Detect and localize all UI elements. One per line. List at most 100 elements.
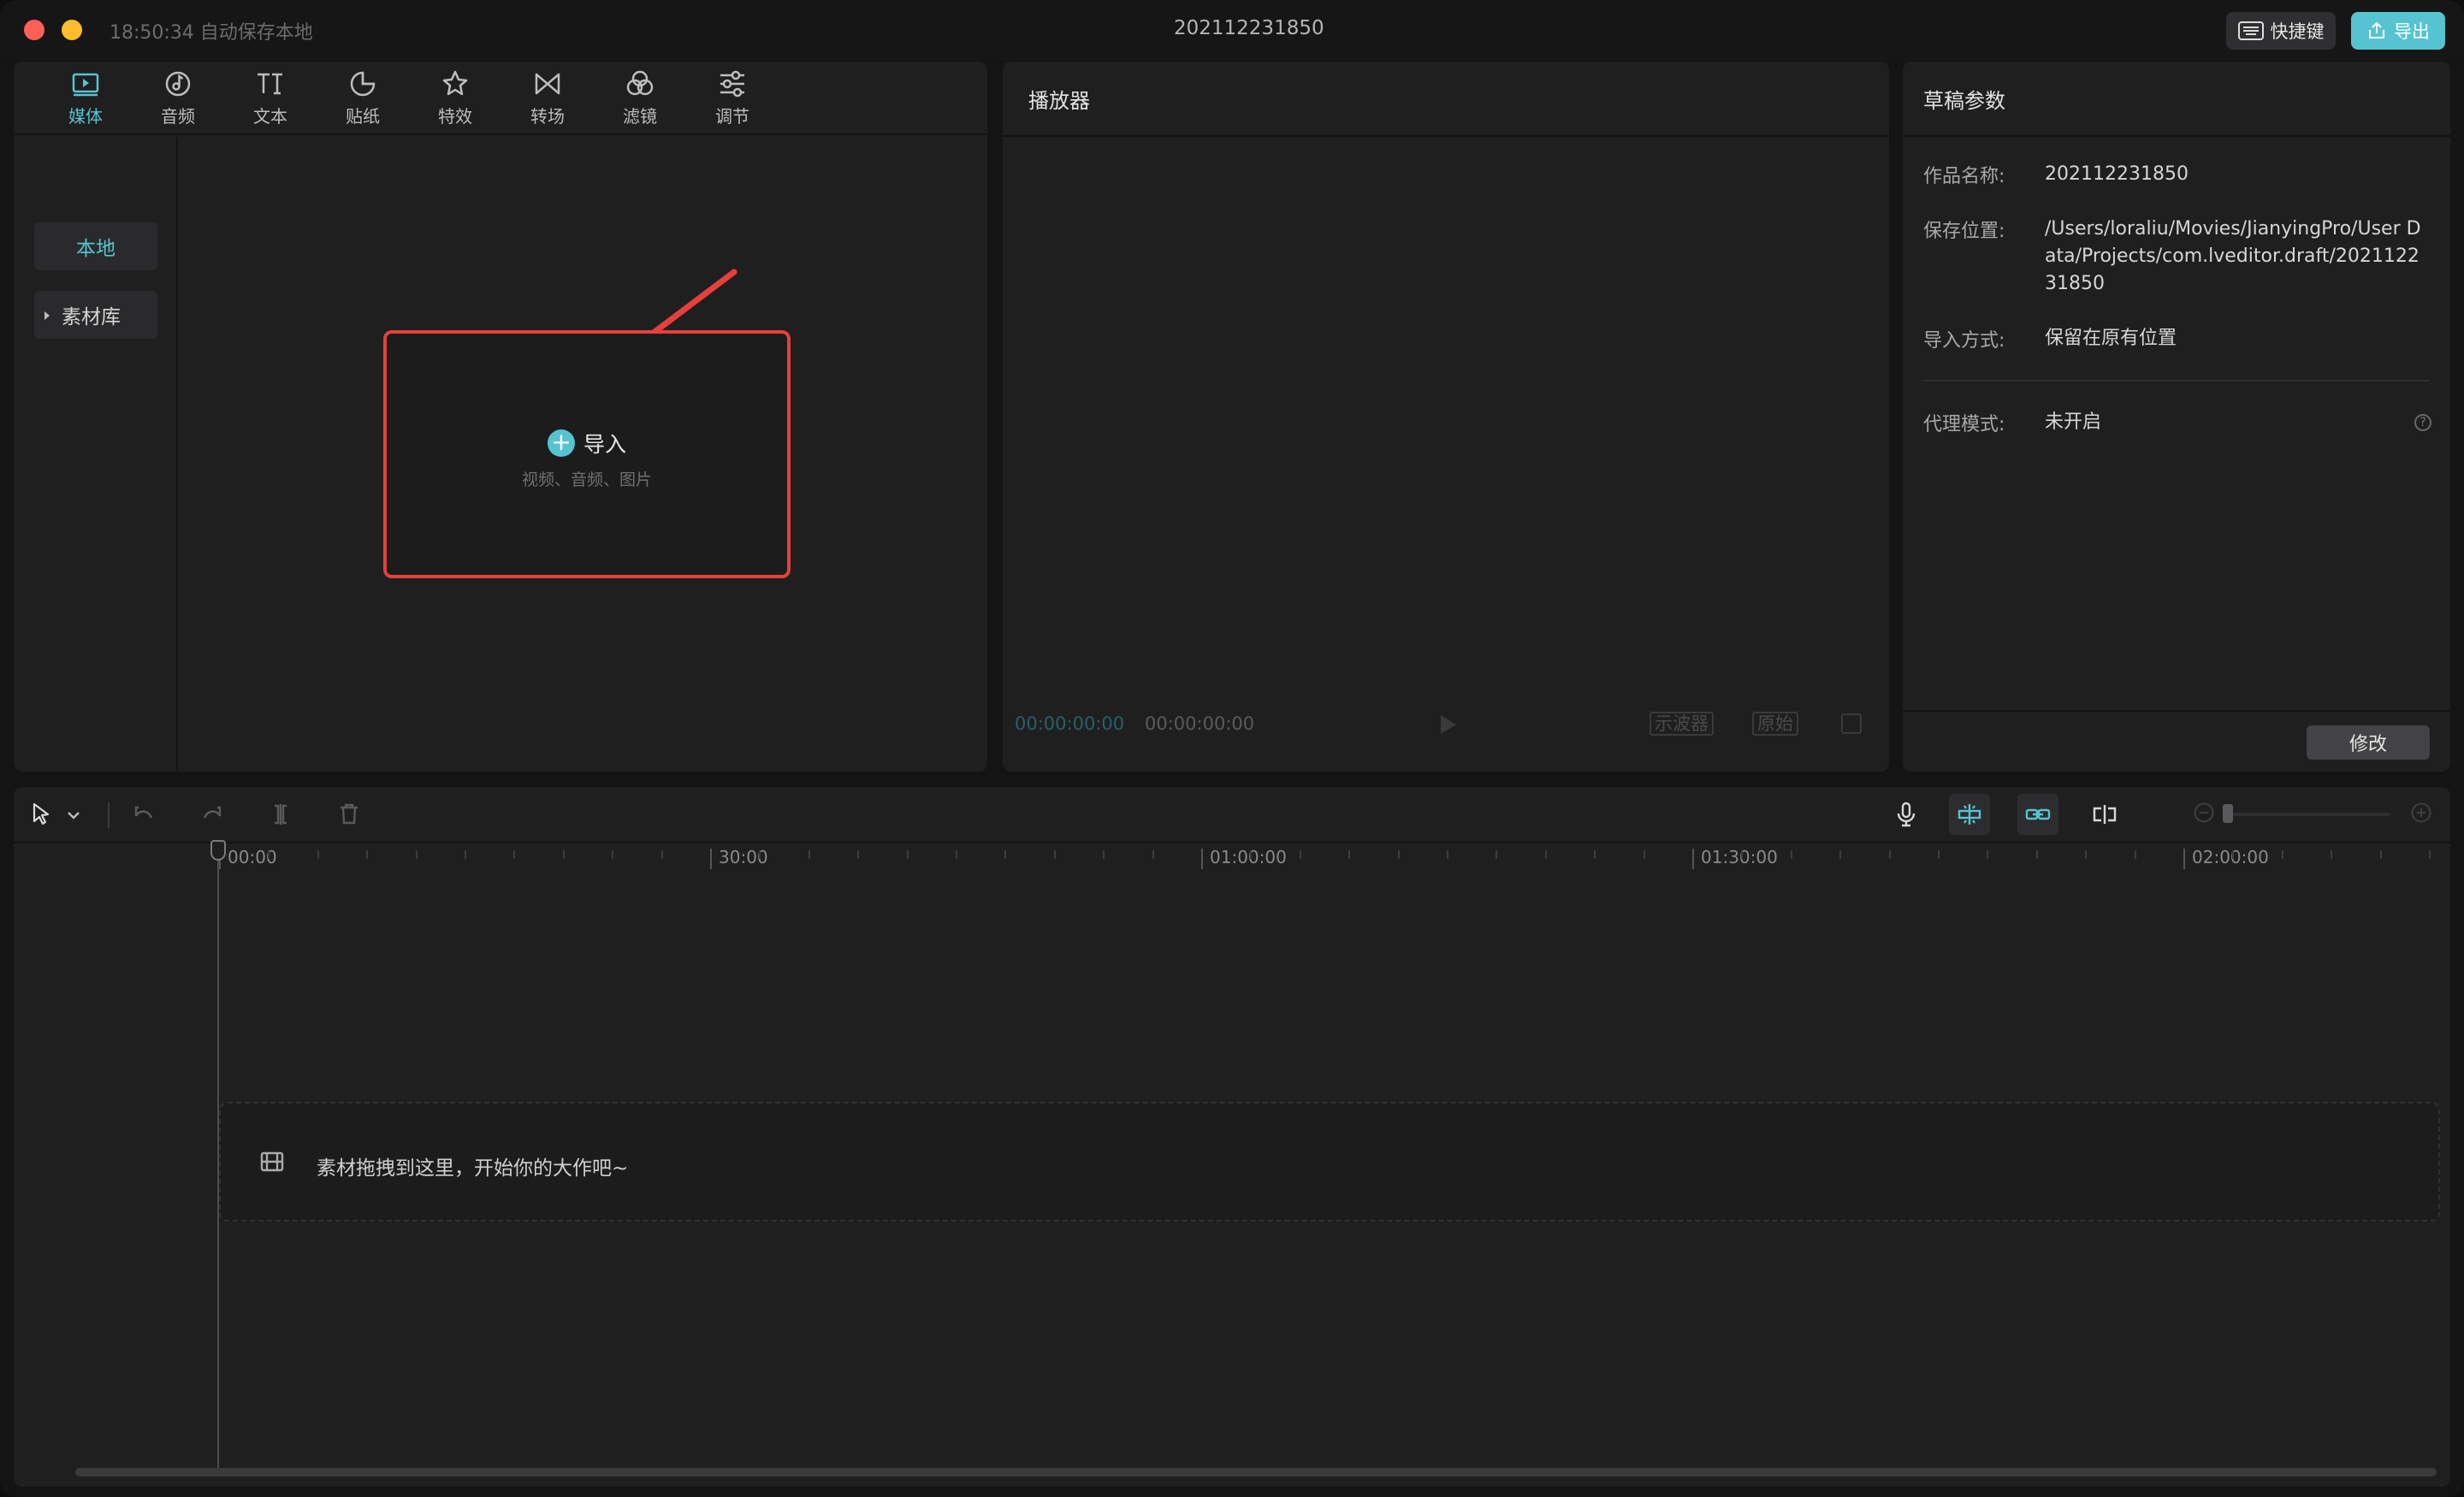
drop-hint: 素材拖拽到这里，开始你的大作吧~ bbox=[317, 1157, 629, 1180]
filter-icon bbox=[626, 70, 654, 96]
film-icon bbox=[258, 1148, 286, 1175]
sidebar-item-local[interactable]: 本地 bbox=[34, 222, 157, 270]
ruler-tick bbox=[2281, 850, 2283, 859]
param-name-value: 202112231850 bbox=[2045, 163, 2189, 185]
ruler-tick bbox=[660, 850, 663, 859]
ruler-tick bbox=[1250, 850, 1253, 859]
ruler-tick bbox=[1152, 850, 1154, 859]
player-header-divider bbox=[1003, 135, 1889, 137]
ruler-tick bbox=[1053, 850, 1056, 859]
ruler-tick bbox=[906, 850, 909, 859]
text-icon bbox=[258, 73, 282, 95]
ruler-tick bbox=[1447, 850, 1448, 859]
close-window-button[interactable] bbox=[24, 20, 44, 40]
player-title: 播放器 bbox=[1028, 89, 1090, 113]
ruler-tick bbox=[1987, 850, 1989, 859]
tab-transition[interactable]: 转场 bbox=[513, 68, 582, 130]
ruler-tick bbox=[612, 850, 614, 859]
help-icon[interactable]: ? bbox=[2414, 414, 2431, 431]
ruler-tick bbox=[2085, 850, 2088, 859]
ruler-tick bbox=[513, 850, 516, 859]
delete-icon[interactable] bbox=[335, 801, 363, 828]
link-icon[interactable] bbox=[2024, 801, 2052, 828]
keyboard-icon bbox=[2237, 21, 2264, 40]
media-panel: 媒体 音频 文本 贴纸 特效 转场 滤镜 调节 本地 素材库 + 导入 视频、音… bbox=[14, 62, 987, 772]
tab-media[interactable]: 媒体 bbox=[51, 68, 120, 130]
param-proxy-value: 未开启 bbox=[2045, 411, 2102, 433]
current-timecode: 00:00:00:00 bbox=[1015, 713, 1125, 734]
ruler-tick bbox=[1741, 850, 1744, 859]
undo-icon[interactable] bbox=[130, 801, 157, 828]
tab-transition-label: 转场 bbox=[530, 106, 565, 127]
audio-icon bbox=[165, 71, 191, 97]
ruler-tick bbox=[268, 850, 270, 859]
param-proxy-row: 代理模式: 未开启 bbox=[1923, 409, 2430, 436]
window-title: 202112231850 bbox=[1174, 17, 1324, 39]
import-title: 导入 bbox=[583, 432, 626, 457]
draft-params-panel: 草稿参数 作品名称: 202112231850 保存位置: /Users/lor… bbox=[1903, 62, 2450, 772]
ruler-tick bbox=[1299, 850, 1301, 859]
media-icon bbox=[72, 73, 99, 97]
ruler-tick bbox=[956, 850, 957, 859]
fullscreen-icon[interactable] bbox=[1841, 713, 1862, 734]
tab-adjust-label: 调节 bbox=[715, 106, 749, 127]
params-divider bbox=[1923, 380, 2430, 382]
tab-text[interactable]: 文本 bbox=[236, 68, 305, 130]
tab-audio-label: 音频 bbox=[161, 106, 195, 127]
microphone-icon[interactable] bbox=[1892, 801, 1920, 828]
split-icon[interactable] bbox=[267, 801, 294, 828]
params-footer: 修改 bbox=[1903, 710, 2450, 772]
select-tool-icon[interactable] bbox=[27, 801, 55, 828]
original-ratio-button[interactable]: 原始 bbox=[1752, 712, 1798, 736]
minimize-window-button[interactable] bbox=[62, 20, 82, 40]
import-button[interactable]: + 导入 视频、音频、图片 bbox=[383, 330, 791, 578]
tab-adjust[interactable]: 调节 bbox=[698, 68, 767, 130]
ruler-tick bbox=[808, 850, 810, 859]
zoom-in-icon[interactable] bbox=[2409, 801, 2433, 828]
chevron-down-icon[interactable] bbox=[65, 801, 82, 828]
zoom-slider-track[interactable] bbox=[2228, 813, 2390, 816]
ruler-tick bbox=[1888, 850, 1891, 859]
preview-axis-icon[interactable] bbox=[2091, 801, 2118, 828]
sticker-icon bbox=[350, 71, 376, 97]
tab-effects[interactable]: 特效 bbox=[421, 68, 489, 130]
zoom-slider-handle[interactable] bbox=[2223, 804, 2233, 823]
ruler-tick bbox=[2379, 850, 2382, 859]
shortcut-button[interactable]: 快捷键 bbox=[2226, 12, 2336, 50]
play-icon[interactable] bbox=[1441, 715, 1456, 734]
main-track-drop-zone[interactable]: 素材拖拽到这里，开始你的大作吧~ bbox=[219, 1102, 2440, 1222]
param-location-value: /Users/loraliu/Movies/JianyingPro/User D… bbox=[2045, 218, 2421, 294]
ruler-tick bbox=[317, 850, 319, 859]
snap-icon[interactable] bbox=[1956, 801, 1983, 828]
tab-filter[interactable]: 滤镜 bbox=[606, 68, 674, 130]
tab-sticker[interactable]: 贴纸 bbox=[329, 68, 397, 130]
expand-triangle-icon bbox=[44, 311, 50, 320]
modify-button[interactable]: 修改 bbox=[2307, 725, 2430, 760]
plus-icon: + bbox=[547, 429, 575, 457]
timeline-ruler[interactable]: 00:00 30:00 01:00:00 01:30:00 02:00:00 bbox=[14, 842, 2450, 873]
tab-sticker-label: 贴纸 bbox=[346, 106, 380, 127]
export-button[interactable]: 导出 bbox=[2351, 12, 2445, 50]
param-name-label: 作品名称: bbox=[1923, 166, 2005, 187]
tab-audio[interactable]: 音频 bbox=[144, 68, 212, 130]
param-import-mode-value: 保留在原有位置 bbox=[2045, 328, 2177, 349]
ruler-tick bbox=[1348, 850, 1351, 859]
param-location-row: 保存位置: /Users/loraliu/Movies/JianyingPro/… bbox=[1923, 216, 2430, 298]
param-location-label: 保存位置: bbox=[1923, 221, 2005, 242]
playhead-handle[interactable] bbox=[210, 840, 226, 861]
scope-button[interactable]: 示波器 bbox=[1650, 712, 1714, 736]
tick-label: 01:30:00 bbox=[1701, 847, 1778, 867]
shortcut-label: 快捷键 bbox=[2270, 21, 2325, 42]
zoom-out-icon[interactable] bbox=[2192, 801, 2216, 828]
ruler-tick bbox=[415, 850, 418, 859]
sidebar-item-library-label: 素材库 bbox=[62, 306, 121, 328]
app-window: 18:50:34 自动保存本地 202112231850 快捷键 导出 媒体 音… bbox=[0, 0, 2464, 1497]
timeline-scrollbar[interactable] bbox=[75, 1468, 2437, 1476]
ruler-tick bbox=[1103, 850, 1105, 859]
param-name-row: 作品名称: 202112231850 bbox=[1923, 161, 2430, 188]
effects-icon bbox=[442, 70, 468, 96]
sidebar-item-library[interactable]: 素材库 bbox=[34, 291, 157, 339]
param-import-mode-row: 导入方式: 保留在原有位置 bbox=[1923, 325, 2430, 352]
redo-icon[interactable] bbox=[198, 801, 226, 828]
autosave-status: 18:50:34 自动保存本地 bbox=[110, 22, 313, 44]
